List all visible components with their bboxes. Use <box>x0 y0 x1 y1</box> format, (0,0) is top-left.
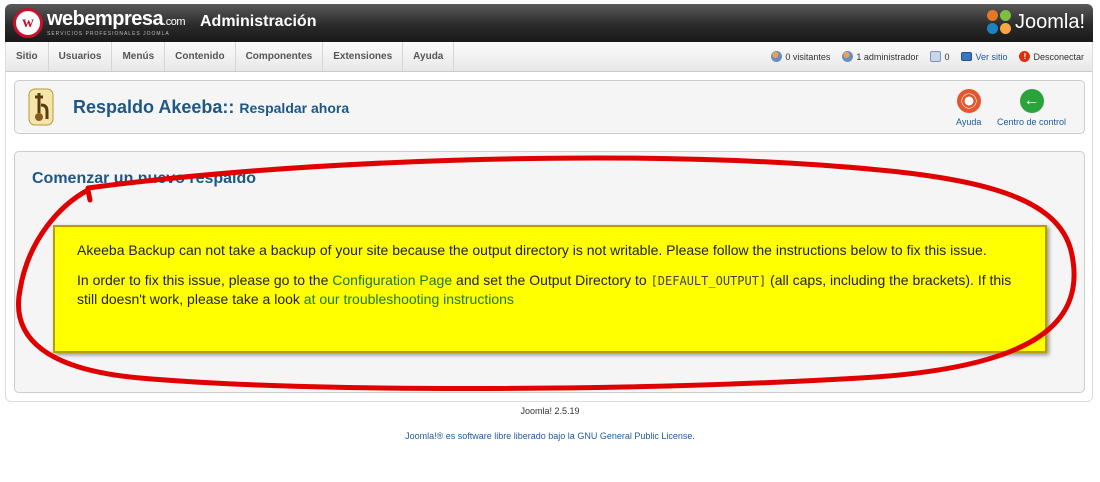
footer-license: Joomla!® es software libre liberado bajo… <box>0 431 1100 441</box>
warning-text: and set the Output Directory to <box>452 272 651 288</box>
joomla-brand-text: Joomla! <box>1014 10 1085 33</box>
menu-item-contenido[interactable]: Contenido <box>165 42 236 71</box>
footer-period: . <box>692 431 695 441</box>
logo-name: webempresa <box>47 7 164 30</box>
visitors-icon <box>771 51 783 62</box>
webempresa-logo[interactable]: w webempresa.com SERVICIOS PROFESIONALES… <box>13 7 186 38</box>
warning-text: In order to fix this issue, please go to… <box>77 272 333 288</box>
warning-paragraph-2: In order to fix this issue, please go to… <box>77 271 1023 308</box>
control-center-label: Centro de control <box>997 117 1067 127</box>
page-title: Respaldo Akeeba:: Respaldar ahora <box>73 97 349 118</box>
view-site-label: Ver sitio <box>975 51 1008 62</box>
joomla-logo-icon <box>986 10 1011 34</box>
page-title-main: Respaldo Akeeba:: <box>73 97 235 117</box>
menu-item-menus[interactable]: Menús <box>112 42 166 71</box>
status-bar: 0 visitantes 1 administrador 0 Ver sitio… <box>759 42 1084 71</box>
menu-item-extensiones[interactable]: Extensiones <box>323 42 404 71</box>
page-title-sub: Respaldar ahora <box>239 100 350 116</box>
joomla-logo: Joomla! <box>986 10 1085 34</box>
visitors-status: 0 visitantes <box>771 51 830 62</box>
akeeba-backup-icon <box>28 88 54 126</box>
admins-icon <box>842 51 854 62</box>
admins-count: 1 administrador <box>856 51 919 62</box>
help-button[interactable]: Ayuda <box>956 89 981 127</box>
view-site-link[interactable]: Ver sitio <box>961 52 1007 62</box>
menu-item-componentes[interactable]: Componentes <box>236 42 324 71</box>
admin-header: w webempresa.com SERVICIOS PROFESIONALES… <box>5 4 1093 42</box>
admin-title: Administración <box>200 13 317 30</box>
visitors-count: 0 visitantes <box>785 51 831 62</box>
troubleshooting-link[interactable]: at our troubleshooting instructions <box>304 291 514 307</box>
webempresa-logo-icon: w <box>13 8 43 38</box>
section-title: Comenzar un nuevo respaldo <box>32 170 257 187</box>
admins-status: 1 administrador <box>842 51 918 62</box>
warning-paragraph-1: Akeeba Backup can not take a backup of y… <box>77 242 987 258</box>
logout-link[interactable]: ! Desconectar <box>1019 51 1084 62</box>
gpl-link[interactable]: GNU General Public License <box>577 431 692 441</box>
logo-tagline: SERVICIOS PROFESIONALES JOOMLA <box>47 30 170 37</box>
logout-label: Desconectar <box>1033 51 1084 62</box>
warning-box: Akeeba Backup can not take a backup of y… <box>53 225 1047 353</box>
menu-item-sitio[interactable]: Sitio <box>6 42 49 71</box>
monitor-icon <box>961 52 973 61</box>
messages-icon <box>930 51 942 62</box>
menu-bar: Sitio Usuarios Menús Contenido Component… <box>5 42 1093 72</box>
logo-tld: .com <box>163 15 186 28</box>
back-arrow-icon: ← <box>1019 89 1044 113</box>
footer-version: Joomla! 2.5.19 <box>520 406 580 416</box>
menu-item-usuarios[interactable]: Usuarios <box>49 42 113 71</box>
joomla-link[interactable]: Joomla!® es software libre liberado bajo… <box>405 431 577 441</box>
messages-status[interactable]: 0 <box>930 51 949 62</box>
control-center-button[interactable]: ← Centro de control <box>997 89 1066 127</box>
lifebuoy-icon <box>956 89 981 113</box>
toolbar: Respaldo Akeeba:: Respaldar ahora Ayuda … <box>14 80 1085 134</box>
main-content: Comenzar un nuevo respaldo Akeeba Backup… <box>14 151 1085 393</box>
messages-count: 0 <box>944 51 950 62</box>
help-label: Ayuda <box>956 117 982 127</box>
configuration-page-link[interactable]: Configuration Page <box>332 272 452 288</box>
logout-icon: ! <box>1019 51 1031 62</box>
logo-text: webempresa.com SERVICIOS PROFESIONALES J… <box>47 7 186 37</box>
default-output-code: [DEFAULT_OUTPUT] <box>650 274 767 288</box>
menu-item-ayuda[interactable]: Ayuda <box>403 42 455 71</box>
